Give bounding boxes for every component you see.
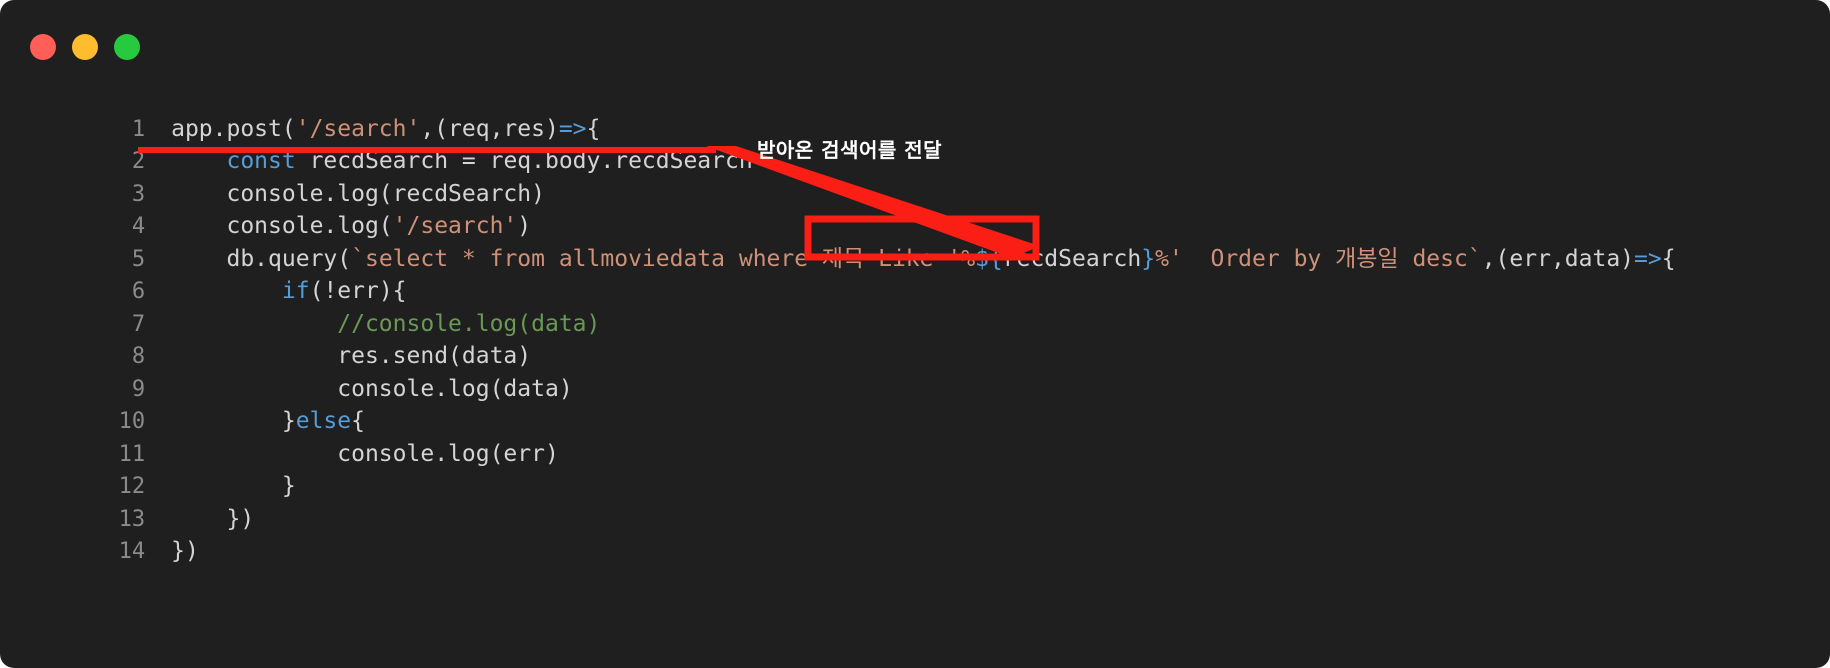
code-line-7: 7 //console.log(data) bbox=[0, 275, 1830, 337]
code-line-12: 12 } bbox=[0, 438, 1830, 499]
code-line-content: }) bbox=[171, 538, 199, 564]
code-line-9: 9 console.log(data) bbox=[0, 340, 1830, 402]
code-line-6: 6 if(!err){ bbox=[0, 243, 1830, 304]
maximize-window-button[interactable] bbox=[114, 34, 140, 60]
close-window-button[interactable] bbox=[30, 34, 56, 60]
code-line-13: 13 }) bbox=[0, 470, 1830, 532]
code-line-11: 11 console.log(err) bbox=[0, 405, 1830, 467]
code-line-8: 8 res.send(data) bbox=[0, 308, 1830, 369]
code-line-5: 5 db.query(`select * from allmoviedata w… bbox=[0, 210, 1830, 272]
code-line-14: 14}) bbox=[0, 503, 1830, 564]
window-title-bar bbox=[0, 0, 1830, 78]
line-number: 14 bbox=[118, 539, 146, 564]
code-line-1: 1 app.post('/search',(req,res)=>{ bbox=[0, 80, 1830, 142]
code-line-10: 10 }else{ bbox=[0, 373, 1830, 434]
code-line-4: 4 console.log('/search') bbox=[0, 178, 1830, 239]
code-window: 1 app.post('/search',(req,res)=>{ 2 const… bbox=[0, 0, 1830, 668]
code-token: }) bbox=[171, 538, 199, 564]
minimize-window-button[interactable] bbox=[72, 34, 98, 60]
annotation-note-label: 받아온 검색어를 전달 bbox=[757, 138, 943, 162]
